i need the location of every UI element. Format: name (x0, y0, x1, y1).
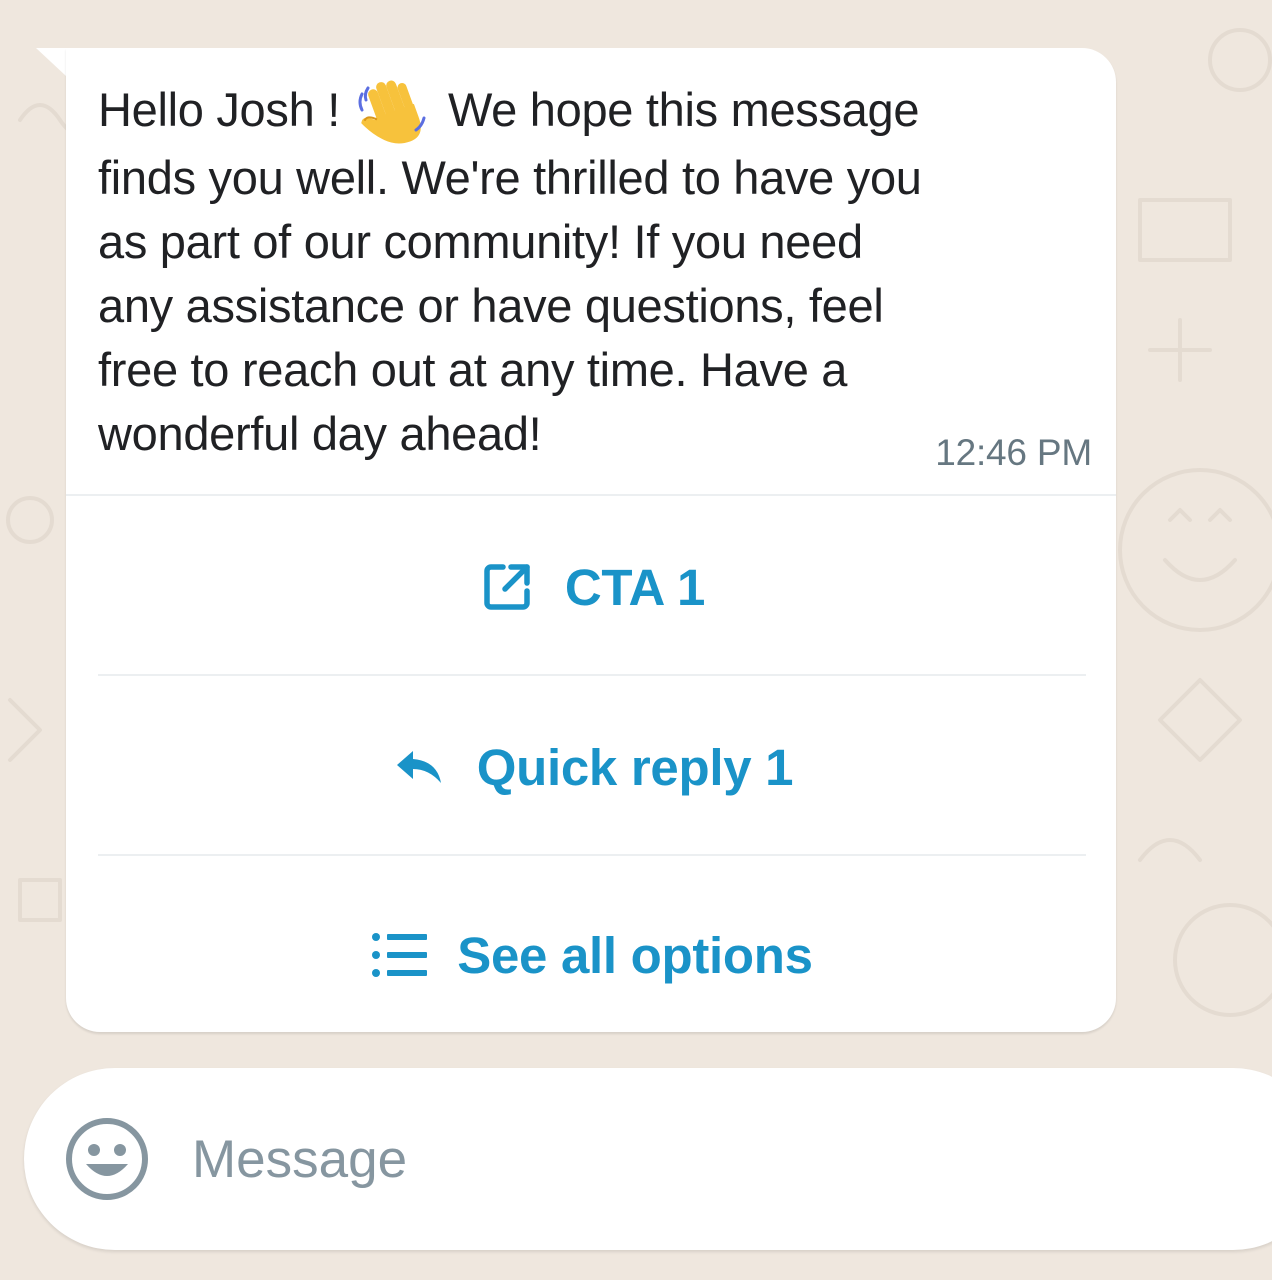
quick-reply-button[interactable]: Quick reply 1 (66, 678, 1116, 856)
message-composer (24, 1068, 1272, 1250)
message-text: Hello Josh ! We hope this message finds … (98, 74, 1058, 466)
message-line: any assistance or have questions, feel (98, 279, 884, 332)
divider (98, 854, 1086, 856)
message-line: Hello Josh ! We hope this message (98, 74, 1058, 146)
message-bubble: Hello Josh ! We hope this message finds … (66, 48, 1116, 1032)
message-line: finds you well. We're thrilled to have y… (98, 151, 922, 204)
cta-button[interactable]: CTA 1 (66, 498, 1116, 676)
message-line: free to reach out at any time. Have a (98, 343, 848, 396)
message-timestamp: 12:46 PM (935, 432, 1092, 473)
message-line: wonderful day ahead! (98, 407, 542, 460)
reply-arrow-icon (389, 737, 449, 797)
waving-hand-icon (358, 80, 426, 144)
see-all-options-button[interactable]: See all options (66, 866, 1116, 1044)
external-link-icon (477, 557, 537, 617)
divider (98, 674, 1086, 676)
quick-reply-label: Quick reply 1 (476, 738, 794, 796)
divider (66, 494, 1116, 496)
message-line-text: We hope this message (447, 83, 920, 136)
bubble-tail (36, 48, 66, 76)
message-line: as part of our community! If you need (98, 215, 863, 268)
smiley-emoji-icon[interactable] (64, 1116, 150, 1202)
message-input[interactable] (192, 1114, 892, 1204)
message-line-text: Hello Josh ! (98, 83, 340, 136)
list-icon (369, 925, 429, 985)
see-all-options-label: See all options (457, 926, 813, 984)
cta-button-label: CTA 1 (564, 558, 706, 616)
